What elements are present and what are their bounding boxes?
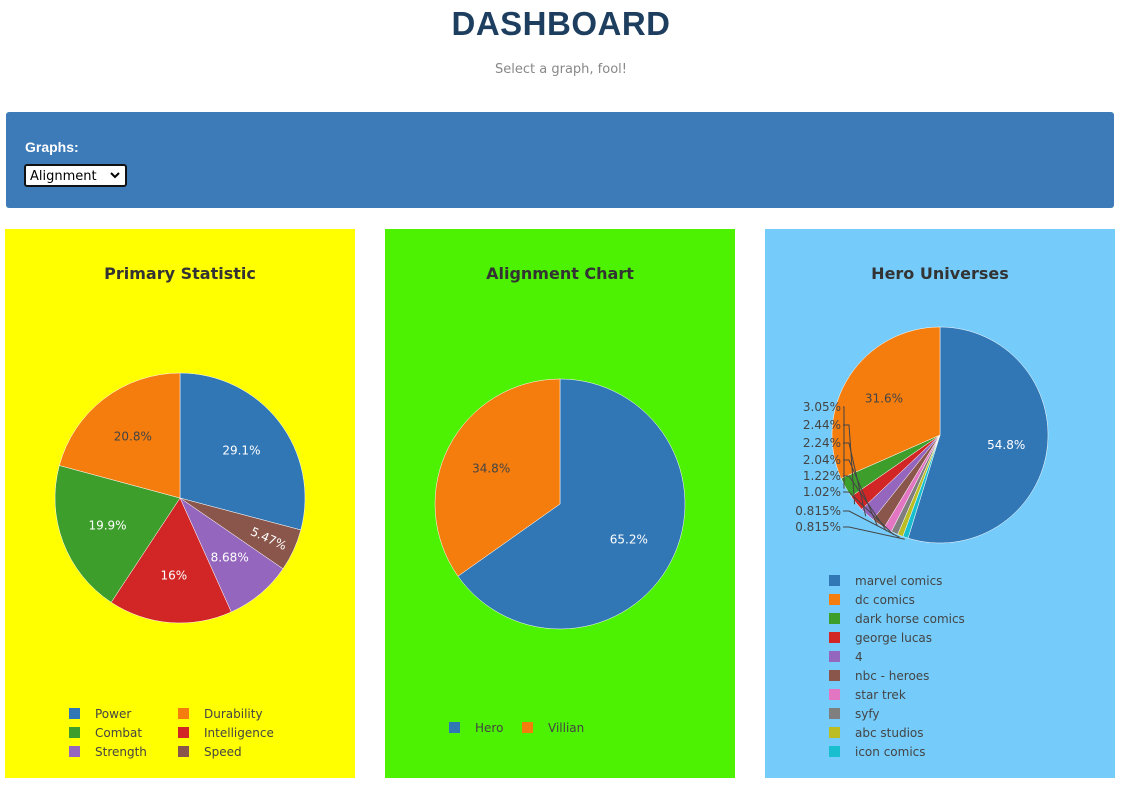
slice-label: 2.04%	[803, 453, 841, 467]
legend-label-durability[interactable]: Durability	[204, 707, 263, 721]
slice-label: 16%	[160, 568, 187, 582]
legend-swatch-star-trek	[829, 689, 840, 700]
graph-select[interactable]: Alignment	[24, 164, 127, 187]
legend-label-speed[interactable]: Speed	[204, 745, 242, 759]
legend-swatch-nbc-heroes	[829, 670, 840, 681]
legend-label-star-trek[interactable]: star trek	[855, 688, 906, 702]
hero-universes-chart: Hero Universes 54.8% 31.6% 0.815% 0.815% 1.02…	[795, 264, 1049, 759]
slice-label: 65.2%	[610, 533, 648, 547]
page-subtitle: Select a graph, fool!	[495, 62, 627, 77]
legend-label-power[interactable]: Power	[95, 707, 131, 721]
slice-label: 1.22%	[803, 469, 841, 483]
legend-swatch-hero	[449, 722, 460, 733]
slice-label: 29.1%	[222, 444, 260, 458]
legend-label-hero[interactable]: Hero	[475, 721, 503, 735]
page-title: DASHBOARD	[451, 5, 671, 42]
slice-label: 20.8%	[114, 429, 152, 443]
slice-label: 31.6%	[865, 391, 903, 405]
slice-label: 2.24%	[803, 436, 841, 450]
legend-label-george-lucas[interactable]: george lucas	[855, 631, 932, 645]
hero-universes-panel: Hero Universes 54.8% 31.6% 0.815% 0.815% 1.02…	[765, 229, 1115, 778]
legend-label-syfy[interactable]: syfy	[855, 707, 879, 721]
slice-label: 8.68%	[211, 550, 249, 564]
chevron-down-icon	[110, 172, 120, 179]
legend-swatch-power	[69, 708, 80, 719]
alignment-chart: Alignment Chart 65.2% 34.8% Hero Villian	[434, 264, 686, 735]
legend-swatch-dc-comics	[829, 594, 840, 605]
legend-swatch-george-lucas	[829, 632, 840, 643]
graphs-label: Graphs:	[25, 139, 79, 155]
graph-select-value: Alignment	[30, 169, 97, 184]
legend-label-combat[interactable]: Combat	[95, 726, 142, 740]
chart-title: Hero Universes	[871, 264, 1009, 283]
slice-label: 0.815%	[795, 504, 841, 518]
legend-swatch-villian	[522, 722, 533, 733]
legend-swatch-4	[829, 651, 840, 662]
legend-label-villian[interactable]: Villian	[548, 721, 584, 735]
legend-swatch-dark-horse-comics	[829, 613, 840, 624]
chart-title: Alignment Chart	[486, 264, 634, 283]
legend-swatch-intelligence	[178, 727, 189, 738]
legend-label-4[interactable]: 4	[855, 650, 863, 664]
slice-label: 19.9%	[88, 518, 126, 532]
slice-label: 34.8%	[472, 461, 510, 475]
legend-swatch-durability	[178, 708, 189, 719]
slice-label: 1.02%	[803, 485, 841, 499]
graph-controls-bar: Graphs: Alignment	[6, 112, 1114, 208]
legend-label-dark-horse-comics[interactable]: dark horse comics	[855, 612, 965, 626]
primary-statistic-chart: Primary Statistic29.1%5.47%8.68%16%19.9%…	[54, 264, 306, 759]
legend-swatch-strength	[69, 746, 80, 757]
slice-label: 2.44%	[803, 418, 841, 432]
alignment-chart-panel: Alignment Chart 65.2% 34.8% Hero Villian	[385, 229, 735, 778]
legend-swatch-abc-studios	[829, 727, 840, 738]
legend-swatch-marvel-comics	[829, 575, 840, 586]
legend-swatch-speed	[178, 746, 189, 757]
legend-swatch-icon-comics	[829, 746, 840, 757]
legend-swatch-syfy	[829, 708, 840, 719]
slice-label: 54.8%	[987, 438, 1025, 452]
slice-label: 3.05%	[803, 400, 841, 414]
legend-label-strength[interactable]: Strength	[95, 745, 147, 759]
legend-label-nbc-heroes[interactable]: nbc - heroes	[855, 669, 929, 683]
chart-title: Primary Statistic	[104, 264, 256, 283]
legend-label-icon-comics[interactable]: icon comics	[855, 745, 926, 759]
legend-swatch-combat	[69, 727, 80, 738]
primary-statistic-panel: Primary Statistic 29.1% 5.47% 8.68% 16% 19.9%…	[5, 229, 355, 778]
legend-label-dc-comics[interactable]: dc comics	[855, 593, 915, 607]
legend-label-marvel-comics[interactable]: marvel comics	[855, 574, 942, 588]
legend-label-abc-studios[interactable]: abc studios	[855, 726, 924, 740]
legend-label-intelligence[interactable]: Intelligence	[204, 726, 274, 740]
slice-label: 0.815%	[795, 520, 841, 534]
